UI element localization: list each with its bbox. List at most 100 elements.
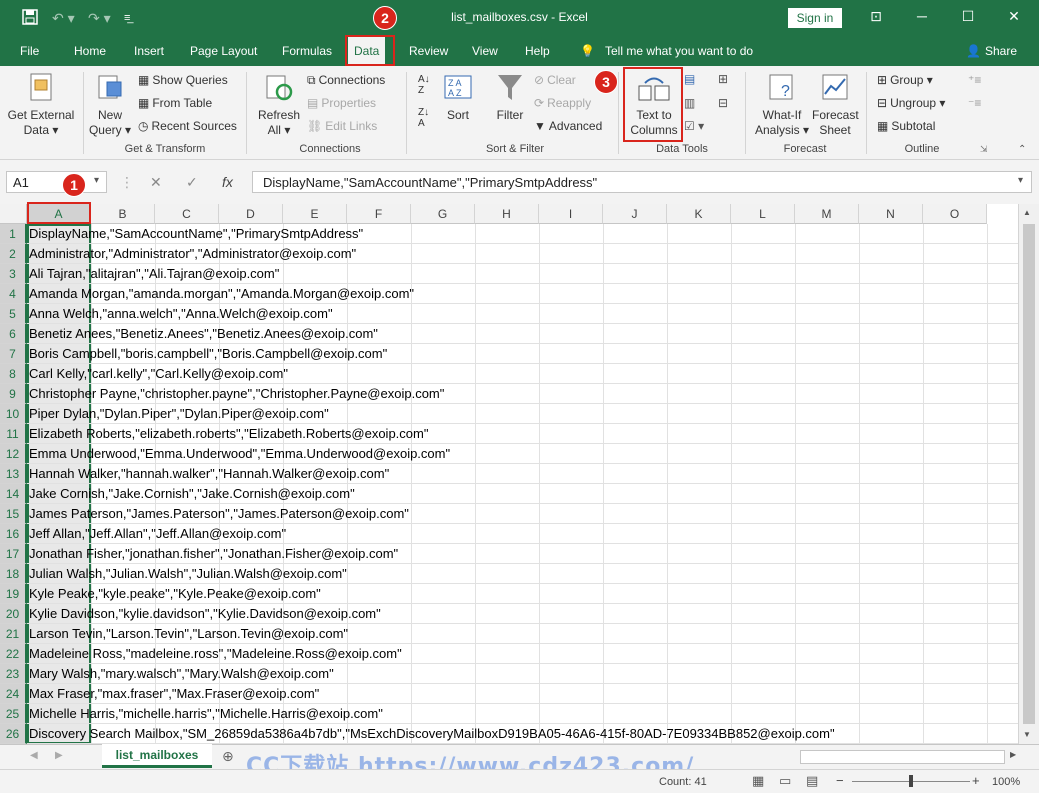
column-header-c[interactable]: C	[155, 204, 219, 224]
vertical-scroll-thumb[interactable]	[1023, 224, 1035, 724]
next-sheet-icon[interactable]: ▶	[55, 750, 63, 761]
row-header[interactable]: 20	[0, 604, 27, 624]
cell-a7[interactable]: Boris Campbell,"boris.campbell","Boris.C…	[29, 344, 387, 364]
cell-a13[interactable]: Hannah Walker,"hannah.walker","Hannah.Wa…	[29, 464, 389, 484]
page-break-view-icon[interactable]: ▤	[806, 773, 818, 789]
row-header[interactable]: 22	[0, 644, 27, 664]
cell-a10[interactable]: Piper Dylan,"Dylan.Piper","Dylan.Piper@e…	[29, 404, 329, 424]
row-header[interactable]: 3	[0, 264, 27, 284]
zoom-slider-thumb[interactable]	[909, 775, 913, 787]
cell-a21[interactable]: Larson Tevin,"Larson.Tevin","Larson.Tevi…	[29, 624, 348, 644]
name-box-dropdown-icon[interactable]: ▾	[94, 175, 99, 186]
new-sheet-icon[interactable]: ⊕	[222, 748, 234, 765]
row-header[interactable]: 15	[0, 504, 27, 524]
share-button[interactable]: Share	[985, 44, 1017, 58]
flash-fill-icon[interactable]: ▤	[684, 72, 695, 87]
select-all-corner[interactable]	[0, 204, 27, 224]
column-header-f[interactable]: F	[347, 204, 411, 224]
cell-a12[interactable]: Emma Underwood,"Emma.Underwood","Emma.Un…	[29, 444, 450, 464]
cell-a16[interactable]: Jeff Allan,"Jeff.Allan","Jeff.Allan@exoi…	[29, 524, 286, 544]
what-if-analysis-button[interactable]: ? What-If Analysis ▾	[752, 72, 812, 138]
consolidate-icon[interactable]: ⊞	[718, 72, 728, 87]
row-header[interactable]: 4	[0, 284, 27, 304]
column-header-g[interactable]: G	[411, 204, 475, 224]
hide-detail-icon[interactable]: ⁻≡	[968, 96, 981, 111]
cell-a17[interactable]: Jonathan Fisher,"jonathan.fisher","Jonat…	[29, 544, 398, 564]
tab-home[interactable]: Home	[74, 44, 106, 58]
row-header[interactable]: 19	[0, 584, 27, 604]
group-button[interactable]: ⊞ Group ▾	[877, 73, 933, 88]
maximize-button[interactable]: ☐	[958, 8, 978, 25]
row-header[interactable]: 13	[0, 464, 27, 484]
cell-a20[interactable]: Kylie Davidson,"kylie.davidson","Kylie.D…	[29, 604, 381, 624]
clear-button[interactable]: ⊘ Clear	[534, 73, 576, 88]
row-header[interactable]: 10	[0, 404, 27, 424]
column-header-o[interactable]: O	[923, 204, 987, 224]
row-header[interactable]: 7	[0, 344, 27, 364]
connections-button[interactable]: ⧉ Connections	[307, 73, 385, 88]
column-header-m[interactable]: M	[795, 204, 859, 224]
cell-a26[interactable]: Discovery Search Mailbox,"SM_26859da5386…	[29, 724, 835, 744]
tab-formulas[interactable]: Formulas	[282, 44, 332, 58]
tab-file[interactable]: File	[20, 44, 39, 58]
cell-a14[interactable]: Jake Cornish,"Jake.Cornish","Jake.Cornis…	[29, 484, 355, 504]
sign-in-button[interactable]: Sign in	[788, 8, 842, 28]
row-header[interactable]: 16	[0, 524, 27, 544]
page-layout-view-icon[interactable]: ▭	[779, 773, 791, 789]
new-query-button[interactable]: New Query ▾	[88, 72, 132, 138]
column-header-k[interactable]: K	[667, 204, 731, 224]
insert-function-icon[interactable]: fx	[222, 174, 233, 190]
tell-me-search[interactable]: Tell me what you want to do	[605, 44, 753, 58]
cell-a4[interactable]: Amanda Morgan,"amanda.morgan","Amanda.Mo…	[29, 284, 414, 304]
column-header-l[interactable]: L	[731, 204, 795, 224]
tab-review[interactable]: Review	[409, 44, 448, 58]
normal-view-icon[interactable]: ▦	[752, 773, 764, 789]
cell-a15[interactable]: James Paterson,"James.Paterson","James.P…	[29, 504, 409, 524]
row-header[interactable]: 21	[0, 624, 27, 644]
cell-a25[interactable]: Michelle Harris,"michelle.harris","Miche…	[29, 704, 383, 724]
ungroup-button[interactable]: ⊟ Ungroup ▾	[877, 96, 945, 111]
show-detail-icon[interactable]: ⁺≡	[968, 73, 981, 88]
tab-help[interactable]: Help	[525, 44, 550, 58]
cancel-icon[interactable]: ✕	[150, 174, 162, 191]
tab-page-layout[interactable]: Page Layout	[190, 44, 257, 58]
cell-a5[interactable]: Anna Welch,"anna.welch","Anna.Welch@exoi…	[29, 304, 333, 324]
refresh-all-button[interactable]: Refresh All ▾	[256, 72, 302, 138]
get-external-data-button[interactable]: Get External Data ▾	[4, 72, 78, 138]
row-header[interactable]: 23	[0, 664, 27, 684]
row-header[interactable]: 12	[0, 444, 27, 464]
forecast-sheet-button[interactable]: Forecast Sheet	[812, 72, 859, 138]
worksheet-grid[interactable]: A B C D E F G H I J K L M N O 1 DisplayName,"SamAccountN…	[0, 204, 1018, 744]
recent-sources-button[interactable]: ◷ Recent Sources	[138, 119, 237, 134]
row-header[interactable]: 11	[0, 424, 27, 444]
tab-view[interactable]: View	[472, 44, 498, 58]
cell-a1[interactable]: DisplayName,"SamAccountName","PrimarySmt…	[29, 224, 363, 244]
cell-a9[interactable]: Christopher Payne,"christopher.payne","C…	[29, 384, 444, 404]
minimize-button[interactable]: ─	[912, 8, 932, 24]
scroll-up-icon[interactable]: ▲	[1023, 208, 1031, 217]
remove-duplicates-icon[interactable]: ▥	[684, 96, 695, 111]
formula-input[interactable]: DisplayName,"SamAccountName","PrimarySmt…	[252, 171, 1032, 193]
row-header[interactable]: 9	[0, 384, 27, 404]
column-header-d[interactable]: D	[219, 204, 283, 224]
properties-button[interactable]: ▤ Properties	[307, 96, 376, 111]
horizontal-scrollbar[interactable]	[800, 750, 1005, 764]
filter-button[interactable]: Filter	[490, 72, 530, 123]
row-header[interactable]: 1	[0, 224, 27, 244]
outline-dialog-launcher-icon[interactable]: ⇲	[980, 142, 988, 157]
tab-insert[interactable]: Insert	[134, 44, 164, 58]
zoom-in-button[interactable]: +	[972, 773, 980, 788]
close-button[interactable]: ✕	[1004, 8, 1024, 25]
cell-a18[interactable]: Julian Walsh,"Julian.Walsh","Julian.Wals…	[29, 564, 347, 584]
scroll-down-icon[interactable]: ▼	[1023, 730, 1031, 739]
data-validation-icon[interactable]: ☑ ▾	[684, 119, 704, 134]
row-header[interactable]: 5	[0, 304, 27, 324]
cell-a23[interactable]: Mary Walsh,"mary.walsch","Mary.Walsh@exo…	[29, 664, 334, 684]
cell-a6[interactable]: Benetiz Anees,"Benetiz.Anees","Benetiz.A…	[29, 324, 378, 344]
prev-sheet-icon[interactable]: ◀	[30, 750, 38, 761]
ribbon-display-options-icon[interactable]: ⊡	[866, 8, 886, 25]
cell-a8[interactable]: Carl Kelly,"carl.kelly","Carl.Kelly@exoi…	[29, 364, 288, 384]
vertical-scrollbar[interactable]: ▲ ▼	[1018, 204, 1039, 744]
row-header[interactable]: 18	[0, 564, 27, 584]
sort-button[interactable]: Z AA Z Sort	[440, 72, 476, 123]
